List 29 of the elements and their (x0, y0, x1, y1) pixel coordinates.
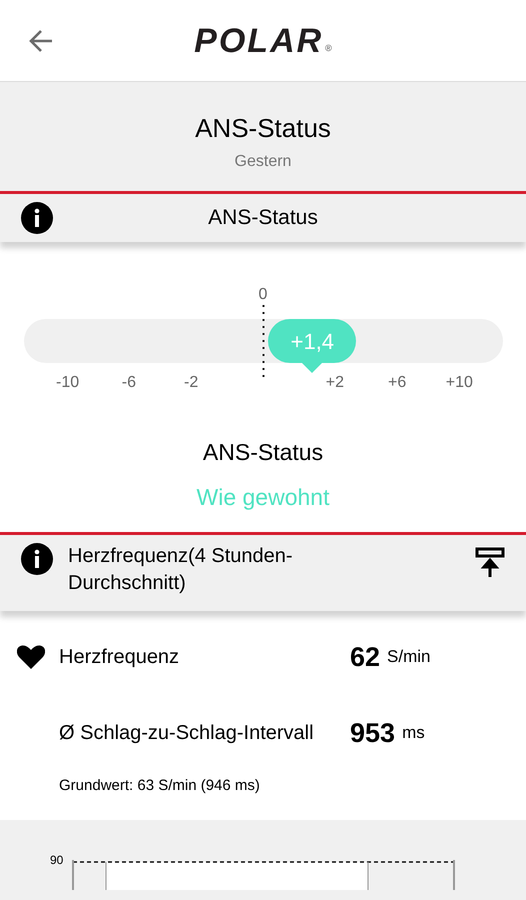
zero-label: 0 (258, 285, 268, 305)
section-title: Herzfrequenz(4 Stunden-Durchschnitt) (68, 544, 294, 596)
scale-tick-label: +10 (446, 373, 473, 393)
scale-tick-label: -10 (56, 373, 80, 393)
scale-tick-label: -2 (184, 373, 198, 393)
section-title: ANS-Status (207, 205, 319, 232)
result-status: Wie gewohnt (196, 482, 330, 512)
scale-tick-label: -6 (122, 373, 136, 393)
info-icon[interactable] (21, 202, 53, 234)
metric-value: 62 (350, 640, 380, 674)
date-label: Gestern (234, 152, 292, 172)
metric-unit: ms (402, 722, 425, 744)
metric-value: 953 (350, 716, 396, 750)
scale-tick-label: +6 (388, 373, 406, 393)
baseline-text: Grundwert: 63 S/min (946 ms) (59, 776, 261, 796)
registered-mark: ® (325, 42, 332, 55)
scale-tick-label: +2 (326, 373, 344, 393)
info-icon[interactable] (21, 543, 53, 575)
metric-unit: S/min (387, 646, 431, 668)
heart-icon (16, 645, 44, 669)
axis-tick-label: 90 (50, 852, 64, 866)
page-title: ANS-Status (195, 112, 331, 144)
pointer-icon (301, 362, 324, 374)
back-arrow-icon (28, 29, 54, 53)
result-label: ANS-Status (202, 438, 324, 467)
upload-icon[interactable] (475, 547, 505, 579)
metric-label: Ø Schlag-zu-Schlag-Intervall (59, 721, 315, 746)
brand-logo: POLAR (194, 24, 324, 58)
metric-label: Herzfrequenz (59, 645, 180, 670)
